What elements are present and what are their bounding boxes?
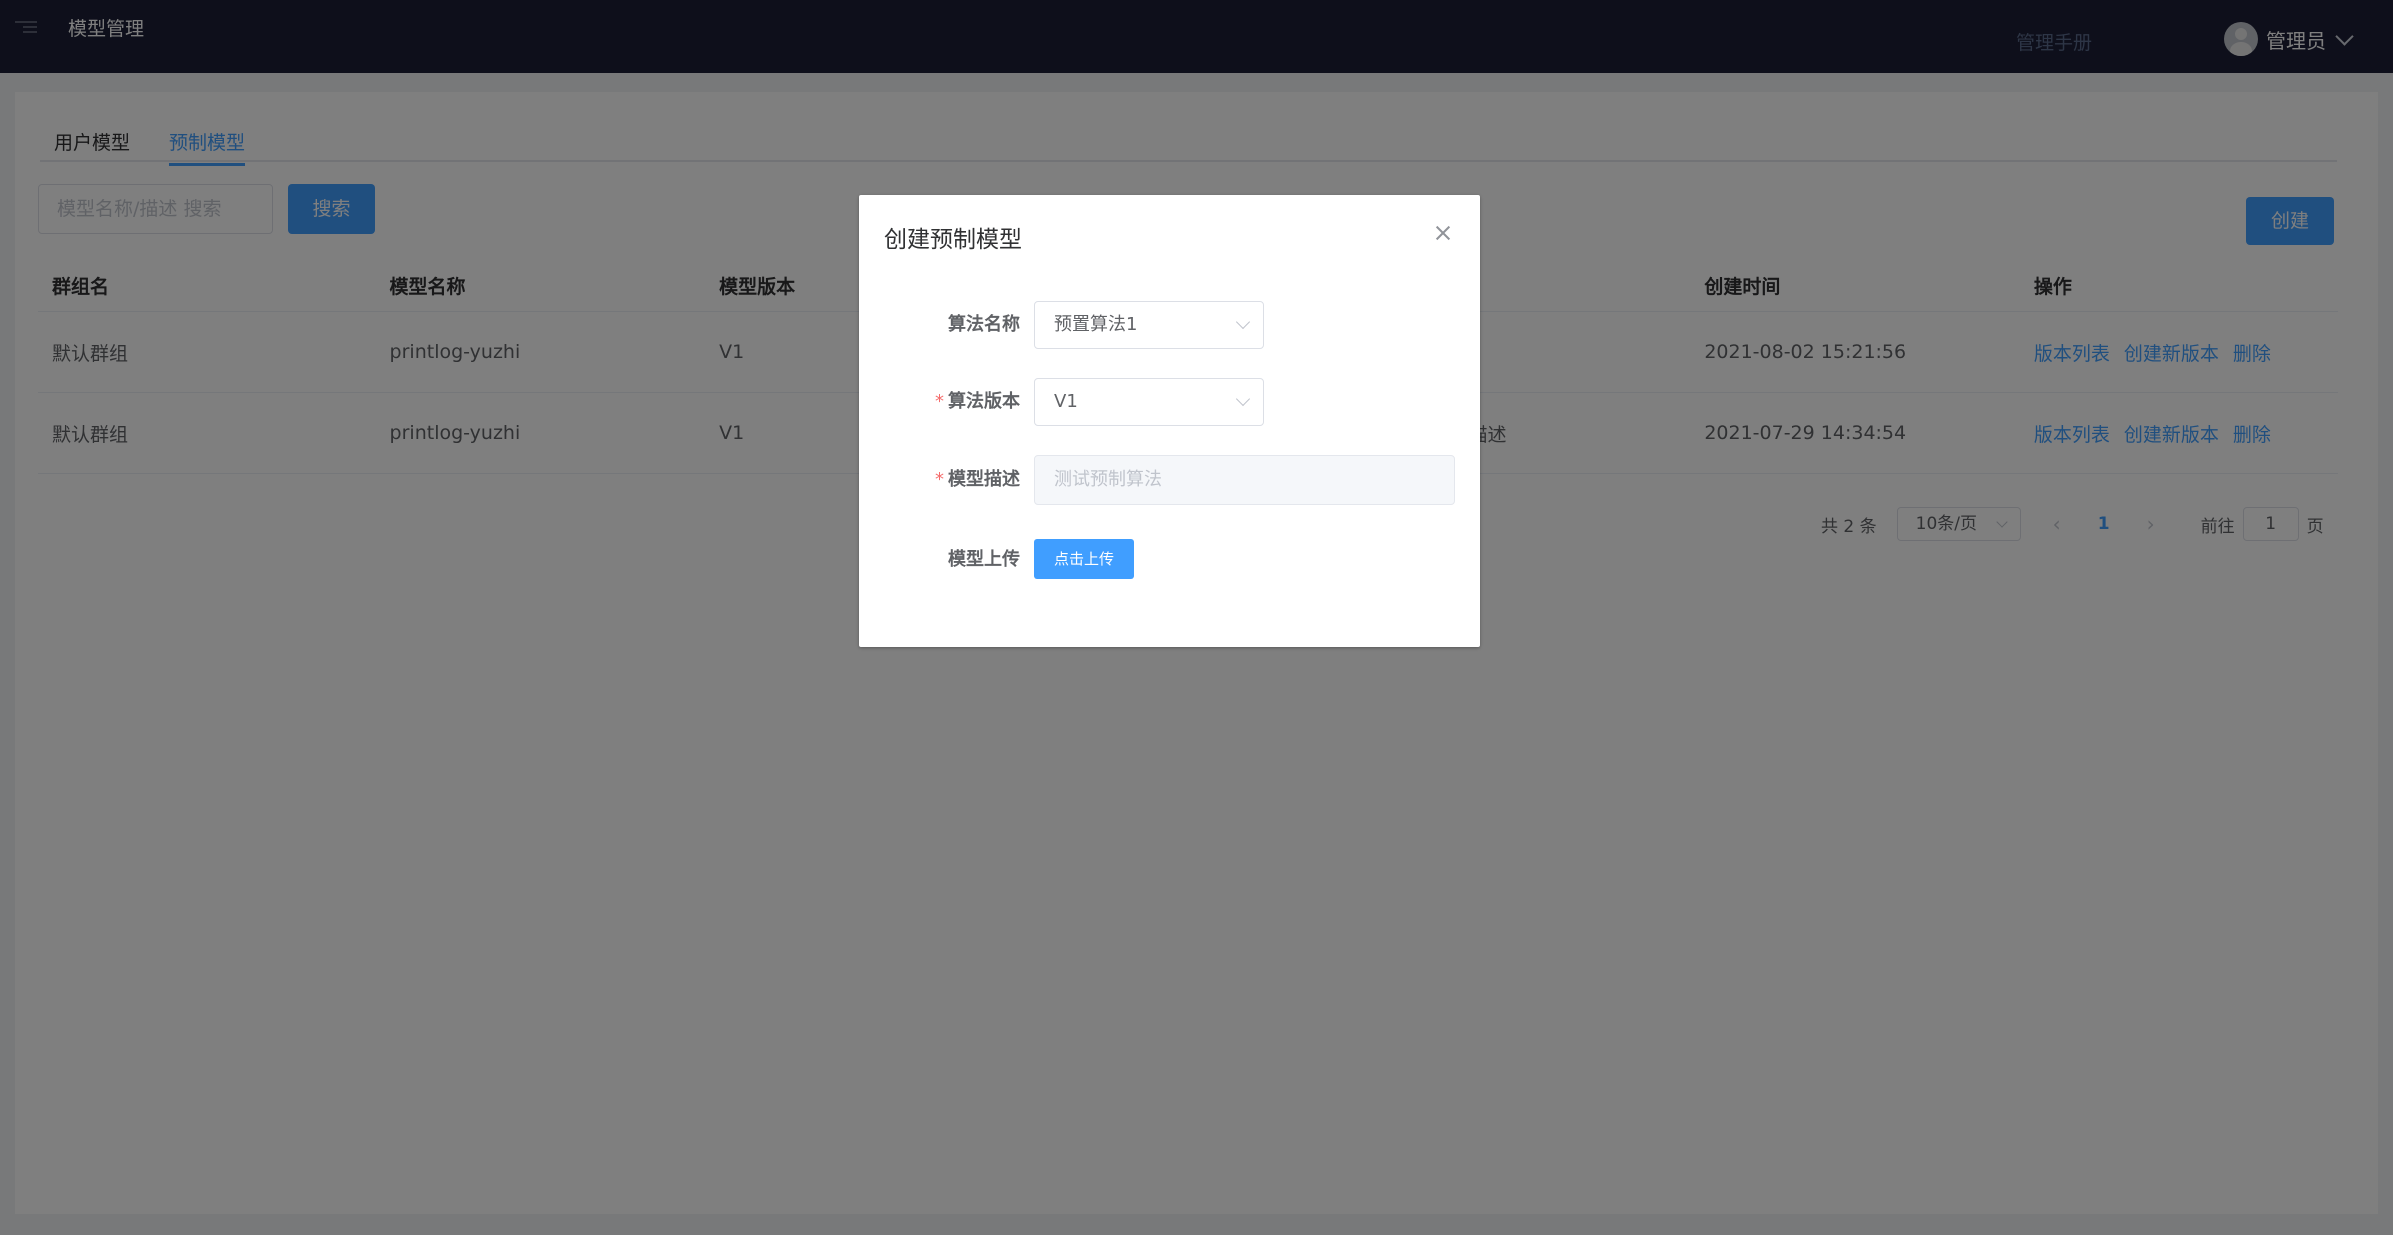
algo-name-select[interactable]: 预置算法1 (1034, 301, 1264, 349)
close-icon[interactable] (1433, 223, 1453, 243)
model-desc-input[interactable]: 测试预制算法 (1034, 455, 1455, 505)
model-upload-label-text: 模型上传 (948, 549, 1020, 570)
required-mark: * (935, 391, 944, 412)
required-mark: * (935, 469, 944, 490)
algo-name-label: 算法名称 (859, 310, 1020, 336)
algo-name-value: 预置算法1 (1054, 314, 1138, 335)
algo-version-value: V1 (1054, 391, 1078, 412)
dialog-title: 创建预制模型 (884, 227, 1022, 253)
model-upload-label: 模型上传 (859, 545, 1020, 571)
chevron-down-icon (1235, 391, 1251, 407)
chevron-down-icon (1235, 314, 1251, 330)
algo-version-label-text: 算法版本 (948, 391, 1020, 412)
algo-name-label-text: 算法名称 (948, 314, 1020, 335)
algo-version-select[interactable]: V1 (1034, 378, 1264, 426)
upload-button[interactable]: 点击上传 (1034, 539, 1134, 579)
algo-version-label: * 算法版本 (859, 387, 1020, 413)
create-preset-model-dialog: 创建预制模型 算法名称 预置算法1 * 算法版本 V1 * 模型描述 测试预制算法 … (859, 195, 1480, 647)
model-desc-label-text: 模型描述 (948, 469, 1020, 490)
model-desc-label: * 模型描述 (859, 465, 1020, 491)
